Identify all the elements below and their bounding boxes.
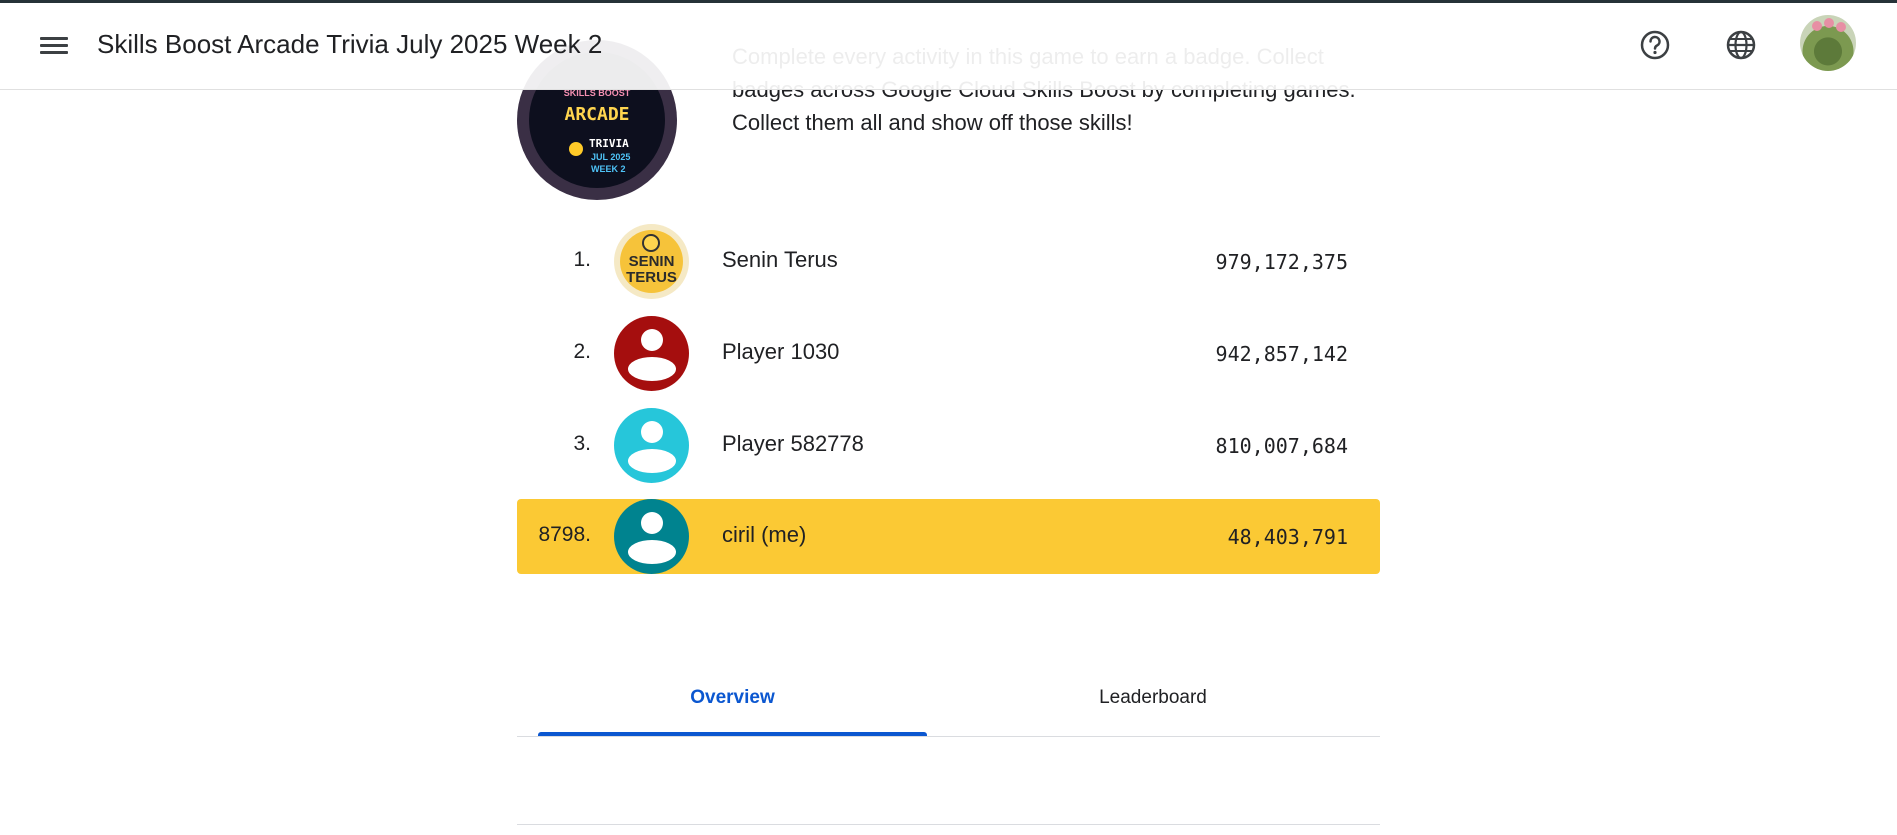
avatar[interactable] xyxy=(1800,15,1856,71)
person-icon xyxy=(614,408,689,483)
player-avatar: SENIN TERUS xyxy=(614,224,689,299)
person-icon xyxy=(614,316,689,391)
player-name: Player 582778 xyxy=(722,431,864,456)
smiley-icon xyxy=(642,234,660,252)
player-score: 810,007,684 xyxy=(1215,434,1348,458)
help-icon[interactable] xyxy=(1638,28,1672,62)
badge-line-3: TRIVIA xyxy=(589,137,629,150)
player-name: Player 1030 xyxy=(722,339,840,364)
rank-number: 3. xyxy=(573,432,591,455)
app-header: Skills Boost Arcade Trivia July 2025 Wee… xyxy=(0,3,1897,90)
avatar-logo-text: SENIN TERUS xyxy=(626,253,677,286)
tab-label: Leaderboard xyxy=(1099,687,1207,708)
rank-number: 1. xyxy=(573,248,591,271)
player-score: 979,172,375 xyxy=(1215,250,1348,274)
badge-line-4: JUL 2025 xyxy=(591,152,631,162)
leaderboard-row: 3. Player 582778 810,007,684 xyxy=(517,408,1380,483)
leaderboard-row: 1. SENIN TERUS Senin Terus 979,172,375 xyxy=(517,224,1380,299)
page-title: Skills Boost Arcade Trivia July 2025 Wee… xyxy=(97,29,603,59)
rank-number: 8798. xyxy=(538,523,591,546)
active-tab-indicator xyxy=(538,732,927,736)
content-card-edge xyxy=(517,824,1380,835)
lightbulb-icon xyxy=(569,142,583,156)
tab-overview[interactable]: Overview xyxy=(538,668,927,736)
player-score: 942,857,142 xyxy=(1215,342,1348,366)
badge-line-2: ARCADE xyxy=(564,104,630,125)
tab-leaderboard[interactable]: Leaderboard xyxy=(948,668,1358,736)
person-icon xyxy=(614,499,689,574)
player-name: Senin Terus xyxy=(722,247,838,272)
leaderboard-row: 2. Player 1030 942,857,142 xyxy=(517,316,1380,391)
badge-line-5: WEEK 2 xyxy=(591,164,626,174)
player-score: 48,403,791 xyxy=(1227,525,1348,549)
menu-icon[interactable] xyxy=(40,33,68,57)
rank-number: 2. xyxy=(573,340,591,363)
leaderboard-row-current-user: 8798. ciril (me) 48,403,791 xyxy=(517,499,1380,574)
tab-bar: Overview Leaderboard xyxy=(517,668,1380,737)
tab-label: Overview xyxy=(690,687,775,708)
globe-icon[interactable] xyxy=(1724,28,1758,62)
player-name: ciril (me) xyxy=(722,522,807,547)
